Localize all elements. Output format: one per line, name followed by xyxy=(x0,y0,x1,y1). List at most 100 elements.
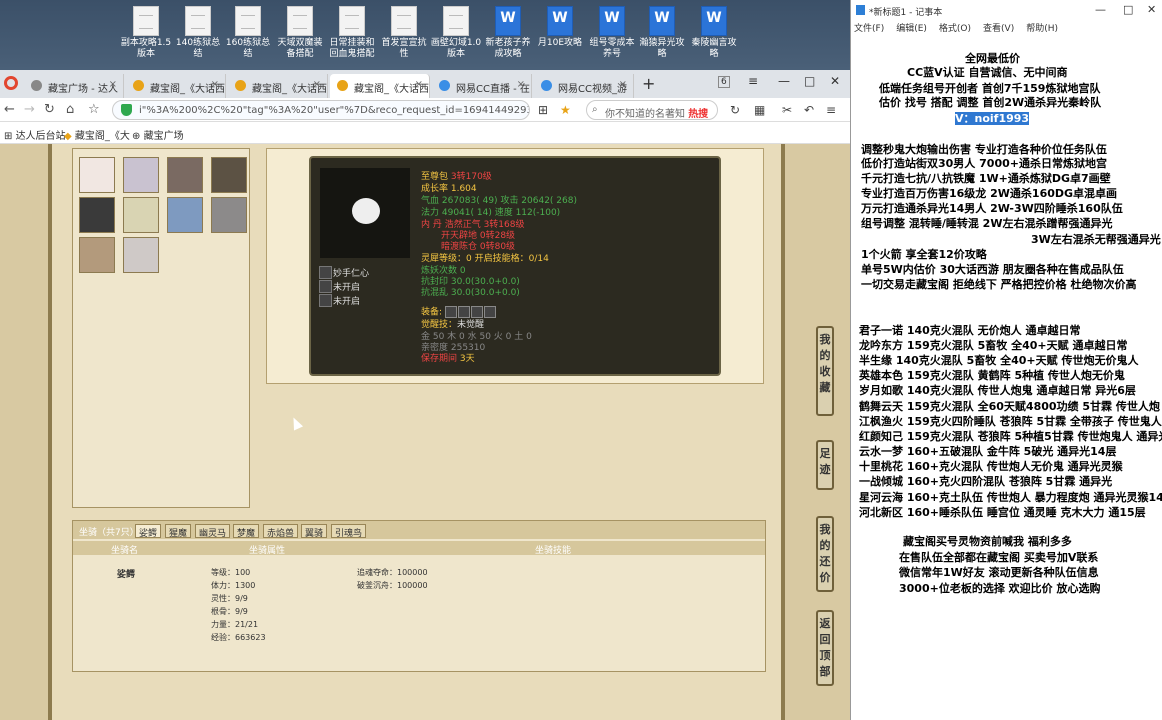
avatar[interactable] xyxy=(123,237,159,273)
browser-tab[interactable]: 藏宝阁_《大话西 × xyxy=(126,74,226,98)
mount-tab[interactable]: 翼骑 xyxy=(301,524,328,539)
home-icon[interactable]: ⌂ xyxy=(66,102,74,117)
tab-count-badge[interactable]: 6 xyxy=(718,76,730,88)
menu-format[interactable]: 格式(O) xyxy=(939,24,971,34)
desktop-icon[interactable]: 瀚猿异光攻略 xyxy=(636,4,688,68)
text-line: 低价打造站街双30男人 7000+通杀日常炼狱地宫 xyxy=(861,157,1107,170)
document-icon xyxy=(391,6,417,36)
equip-slot[interactable] xyxy=(457,306,470,318)
document-icon xyxy=(339,6,365,36)
mount-tab[interactable]: 梦魔 xyxy=(233,524,260,539)
desktop-icon[interactable]: 首发宣宣抗性 xyxy=(378,4,430,68)
my-favorites-button[interactable]: 我的收藏 xyxy=(816,326,834,416)
scissors-icon[interactable]: ✂ xyxy=(782,103,792,117)
close-window-button[interactable]: ✕ xyxy=(830,74,840,88)
desktop-icon[interactable]: 月10E攻略 xyxy=(534,4,586,68)
equip-slot[interactable] xyxy=(444,306,457,318)
desktop-icon[interactable]: 日常挂装和回血鬼搭配 xyxy=(326,4,378,68)
document-icon xyxy=(443,6,469,36)
avatar[interactable] xyxy=(167,197,203,233)
bookmark-item[interactable]: ⊕ 藏宝广场 xyxy=(132,127,184,142)
more-icon[interactable]: ≡ xyxy=(826,103,836,117)
avatar[interactable] xyxy=(211,197,247,233)
close-icon[interactable]: × xyxy=(211,79,219,90)
address-bar[interactable]: i"%3A%200%2C%20"tag"%3A%20"user"%7D&reco… xyxy=(112,100,530,120)
close-icon[interactable]: × xyxy=(517,79,525,90)
browser-tab-active[interactable]: 藏宝阁_《大话西 × xyxy=(330,74,430,98)
globe-icon: ⊕ xyxy=(132,131,141,142)
site-icon xyxy=(235,80,246,91)
back-to-top-button[interactable]: 返回顶部 xyxy=(816,610,834,686)
text-line: 低端任务组号开创者 首创7千159炼狱地宫队 xyxy=(879,82,1101,95)
menu-edit[interactable]: 编辑(E) xyxy=(896,24,927,34)
menu-help[interactable]: 帮助(H) xyxy=(1026,24,1058,34)
text-line: 估价 找号 搭配 调整 首创2W通杀异光秦岭队 xyxy=(879,96,1102,109)
browser-tab[interactable]: 网易CC视频_游 × xyxy=(534,74,634,98)
star-icon[interactable]: ★ xyxy=(560,103,571,117)
menu-file[interactable]: 文件(F) xyxy=(854,24,884,34)
grid-icon[interactable]: ▦ xyxy=(754,103,765,117)
new-tab-button[interactable]: + xyxy=(642,74,655,93)
avatar[interactable] xyxy=(211,157,247,193)
bookmark-star-icon[interactable]: ☆ xyxy=(88,102,100,117)
extension-icon[interactable]: ↻ xyxy=(730,103,740,117)
avatar[interactable] xyxy=(123,197,159,233)
text-line: 万元打造通杀异光14男人 2W-3W四阶睡杀160队伍 xyxy=(861,202,1123,215)
forward-icon[interactable]: → xyxy=(24,102,35,117)
back-icon[interactable]: ← xyxy=(4,102,15,117)
mount-tab[interactable]: 幽灵马 xyxy=(195,524,231,539)
desktop-icon[interactable]: 天域双魔装备搭配 xyxy=(274,4,326,68)
close-icon[interactable]: × xyxy=(109,79,117,90)
desktop-icon[interactable]: 副本攻略1.5版本 xyxy=(120,4,172,68)
mount-tab[interactable]: 赤焰兽 xyxy=(263,524,299,539)
equip-slot[interactable] xyxy=(483,306,496,318)
desktop-icon[interactable]: 秦陵幽言攻略 xyxy=(688,4,740,68)
notepad-menu: 文件(F) 编辑(E) 格式(O) 查看(V) 帮助(H) xyxy=(851,20,1162,36)
close-icon[interactable]: × xyxy=(619,79,627,90)
maximize-button[interactable]: □ xyxy=(1123,3,1133,16)
text-line: 单号5W内估价 30大话西游 朋友圈各种在售成品队伍 xyxy=(861,263,1124,276)
avatar[interactable] xyxy=(79,157,115,193)
desktop-icon[interactable]: 组号零成本养号 xyxy=(586,4,638,68)
maximize-button[interactable]: □ xyxy=(804,74,815,88)
footprint-button[interactable]: 足迹 xyxy=(816,440,834,490)
reader-icon[interactable]: ⊞ xyxy=(538,103,548,117)
desktop-icon[interactable]: 新老孩子养成攻略 xyxy=(482,4,534,68)
menu-view[interactable]: 查看(V) xyxy=(983,24,1014,34)
browser-toolbar: ← → ↻ ⌂ ☆ i"%3A%200%2C%20"tag"%3A%20"use… xyxy=(0,98,850,122)
skill-slot[interactable]: 未开启 xyxy=(319,294,360,307)
desktop-icon[interactable]: 160练狱总结 xyxy=(222,4,274,68)
refresh-icon[interactable]: ↻ xyxy=(44,102,55,117)
minimize-button[interactable]: — xyxy=(1095,3,1106,16)
text-line: 3W左右混杀无帮强通异光 xyxy=(1031,233,1161,246)
browser-tab[interactable]: 网易CC直播 - 在 × xyxy=(432,74,532,98)
bookmark-item[interactable]: ⊞ 达人后台站 xyxy=(4,127,66,142)
text-line: 全网最低价 xyxy=(965,52,1020,65)
close-icon[interactable]: × xyxy=(313,79,321,90)
undo-icon[interactable]: ↶ xyxy=(804,103,814,117)
skill-slot[interactable]: 妙手仁心 xyxy=(319,266,369,279)
desktop-icon[interactable]: 140练狱总结 xyxy=(172,4,224,68)
equip-slot[interactable] xyxy=(470,306,483,318)
desktop-icon[interactable]: 画壁幻域1.0版本 xyxy=(430,4,482,68)
close-icon[interactable]: × xyxy=(415,79,423,90)
menu-icon[interactable]: ≡ xyxy=(748,74,758,88)
avatar[interactable] xyxy=(79,237,115,273)
my-bargain-button[interactable]: 我的还价 xyxy=(816,516,834,592)
search-input[interactable]: ⌕ 你不知道的名著知 热搜 xyxy=(586,100,718,120)
bookmark-item[interactable]: ◆ 藏宝阁_《大 xyxy=(64,127,130,142)
text-line: 鹤舞云天 159克火混队 全60天赋4800功绩 5甘霖 传世人炮 xyxy=(859,400,1160,413)
document-icon xyxy=(235,6,261,36)
mount-tab[interactable]: 娑鳄 xyxy=(135,524,162,539)
avatar[interactable] xyxy=(123,157,159,193)
avatar[interactable] xyxy=(79,197,115,233)
mount-panel: 坐骑（共7只） 娑鳄 猩魔 幽灵马 梦魔 赤焰兽 翼骑 引魂鸟 坐骑名 坐骑属性… xyxy=(72,520,766,672)
browser-tab[interactable]: 藏宝广场 - 达人 × xyxy=(24,74,124,98)
close-window-button[interactable]: ✕ xyxy=(1147,3,1156,16)
minimize-button[interactable]: — xyxy=(778,74,790,88)
skill-slot[interactable]: 未开启 xyxy=(319,280,360,293)
avatar[interactable] xyxy=(167,157,203,193)
mount-tab[interactable]: 猩魔 xyxy=(165,524,192,539)
mount-tab[interactable]: 引魂鸟 xyxy=(331,524,367,539)
browser-tab[interactable]: 藏宝阁_《大话西 × xyxy=(228,74,328,98)
